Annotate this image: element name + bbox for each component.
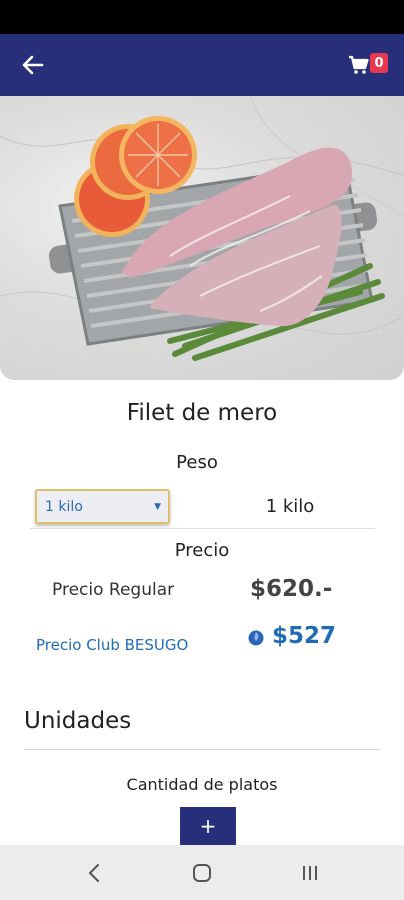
weight-display-value: 1 kilo bbox=[265, 496, 315, 517]
nav-back-button[interactable] bbox=[74, 853, 114, 893]
weight-select[interactable]: 1 kilo ▼ bbox=[35, 489, 170, 524]
arrow-left-icon bbox=[22, 55, 44, 75]
cart-count-badge: 0 bbox=[370, 53, 388, 73]
divider bbox=[30, 528, 375, 529]
system-nav-bar bbox=[0, 845, 404, 900]
club-price-label: Precio Club BESUGO bbox=[36, 636, 189, 654]
weight-label: Peso bbox=[176, 452, 218, 473]
add-plate-button[interactable]: + bbox=[180, 807, 236, 845]
nav-home-icon bbox=[193, 863, 211, 882]
price-label: Precio bbox=[174, 540, 230, 561]
chevron-down-icon: ▼ bbox=[154, 501, 161, 512]
back-button[interactable] bbox=[18, 50, 48, 80]
nav-recents-icon bbox=[303, 865, 317, 880]
product-title: Filet de mero bbox=[126, 400, 278, 426]
app-bar: 0 bbox=[0, 34, 404, 96]
status-bar bbox=[0, 0, 404, 34]
regular-price-value: $620.- bbox=[250, 576, 333, 602]
regular-price-label: Precio Regular bbox=[52, 580, 175, 600]
shopping-cart-icon bbox=[349, 55, 369, 74]
fish-fillet-photo bbox=[0, 96, 404, 361]
cart-button[interactable]: 0 bbox=[348, 50, 390, 80]
nav-back-icon bbox=[88, 863, 99, 882]
nav-recents-button[interactable] bbox=[290, 853, 330, 893]
units-section-title: Unidades bbox=[24, 708, 132, 734]
club-price-value: $527 bbox=[272, 623, 337, 649]
weight-select-value: 1 kilo bbox=[45, 498, 83, 515]
club-badge-icon bbox=[248, 630, 264, 646]
product-image bbox=[0, 96, 404, 380]
quantity-label: Cantidad de platos bbox=[126, 775, 278, 794]
divider bbox=[24, 749, 380, 750]
nav-home-button[interactable] bbox=[182, 853, 222, 893]
